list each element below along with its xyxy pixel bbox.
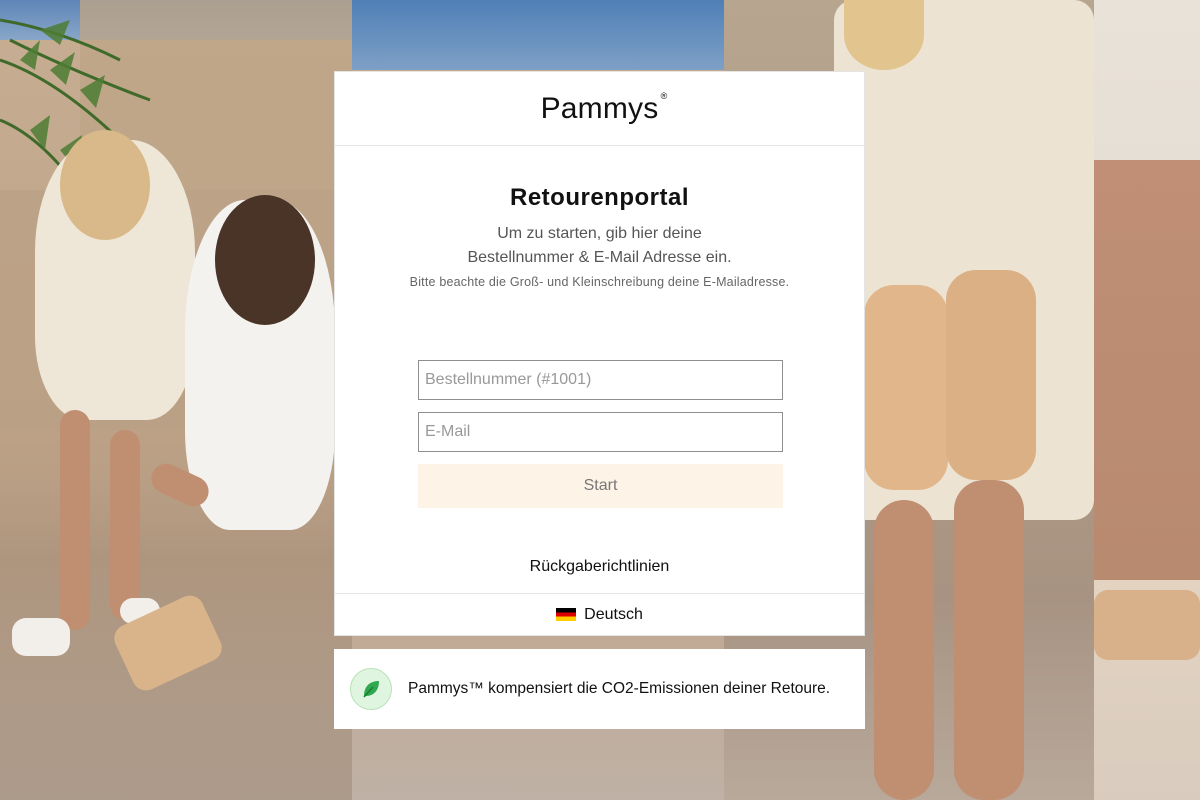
case-sensitivity-note: Bitte beachte die Groß- und Kleinschreib… bbox=[409, 275, 790, 289]
page: Pammys ® Retourenportal Um zu starten, gi… bbox=[0, 0, 1200, 800]
language-selector[interactable]: Deutsch bbox=[335, 593, 864, 635]
white-slide-sandal-image bbox=[12, 618, 70, 656]
return-policy-link[interactable]: Rückgaberichtlinien bbox=[335, 558, 864, 576]
brand-logo: Pammys ® bbox=[540, 91, 668, 126]
registered-mark: ® bbox=[660, 90, 668, 101]
tan-slide-sandal-image bbox=[864, 285, 948, 490]
background-photo-4 bbox=[1094, 0, 1200, 800]
dark-hair-image bbox=[215, 195, 315, 325]
subtitle: Um zu starten, gib hier deine Bestellnum… bbox=[335, 222, 864, 270]
subtitle-line-1: Um zu starten, gib hier deine bbox=[497, 225, 702, 242]
blonde-hair-image bbox=[844, 0, 924, 70]
email-input[interactable] bbox=[418, 412, 783, 452]
language-label: Deutsch bbox=[584, 605, 643, 623]
background-photo-1 bbox=[0, 0, 352, 800]
card-header: Pammys ® bbox=[335, 72, 864, 146]
hair-image bbox=[60, 130, 150, 240]
leg-image bbox=[60, 410, 90, 630]
leg-image bbox=[874, 500, 934, 800]
brand-logo-text: Pammys bbox=[540, 91, 659, 125]
tan-slide-sandal-image bbox=[946, 270, 1036, 480]
leaf-icon bbox=[350, 668, 392, 710]
return-portal-card: Pammys ® Retourenportal Um zu starten, gi… bbox=[334, 71, 865, 636]
tan-slide-sandal-image bbox=[1094, 590, 1200, 660]
leg-image bbox=[110, 430, 140, 620]
order-number-input[interactable] bbox=[418, 360, 783, 400]
germany-flag-icon bbox=[556, 608, 577, 621]
start-button[interactable]: Start bbox=[418, 464, 783, 508]
co2-compensation-text: Pammys™ kompensiert die CO2-Emissionen d… bbox=[408, 680, 831, 697]
co2-compensation-banner: Pammys™ kompensiert die CO2-Emissionen d… bbox=[334, 649, 865, 729]
leg-image bbox=[954, 480, 1024, 800]
page-title: Retourenportal bbox=[509, 184, 689, 211]
subtitle-line-2: Bestellnummer & E-Mail Adresse ein. bbox=[467, 249, 732, 266]
